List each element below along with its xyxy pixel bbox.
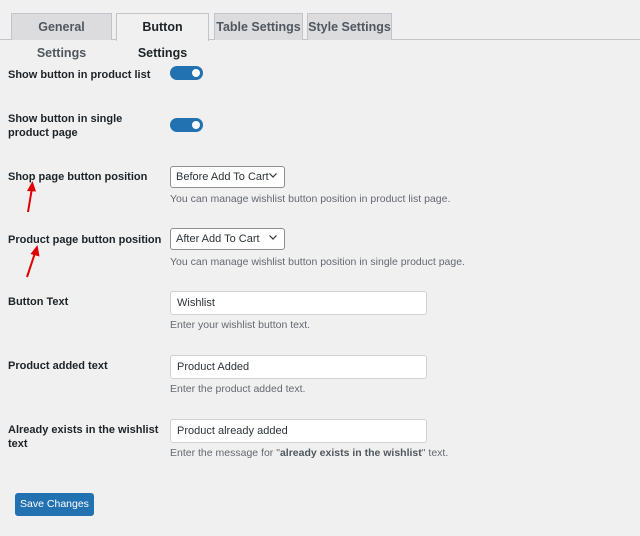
toggle-knob (192, 121, 200, 129)
added-text-input[interactable]: Product Added (170, 355, 427, 379)
shop-position-select[interactable]: Before Add To Cart (170, 166, 285, 188)
show-in-single-label-line1: Show button in single (8, 113, 123, 125)
chevron-down-icon (269, 173, 277, 178)
shop-position-selected-value: Before Add To Cart (176, 171, 269, 183)
show-in-single-label-line2: product page (8, 127, 78, 139)
tab-general-settings[interactable]: General Settings (11, 13, 112, 60)
button-text-description: Enter your wishlist button text. (170, 319, 311, 331)
toggle-knob (192, 69, 200, 77)
show-in-single-label: Show button in single product page (8, 112, 122, 140)
button-text-input[interactable]: Wishlist (170, 291, 427, 315)
red-arrow-icon (26, 245, 40, 278)
tab-style-settings[interactable]: Style Settings (307, 13, 392, 40)
product-position-selected-value: After Add To Cart (176, 233, 260, 245)
tab-table-settings[interactable]: Table Settings (214, 13, 303, 40)
tab-button-settings[interactable]: Button Settings (116, 13, 209, 60)
added-text-description: Enter the product added text. (170, 383, 306, 395)
product-position-select[interactable]: After Add To Cart (170, 228, 285, 250)
save-changes-button[interactable]: Save Changes (15, 493, 94, 516)
product-position-description: You can manage wishlist button position … (170, 256, 465, 268)
chevron-down-icon (269, 235, 277, 240)
shop-position-description: You can manage wishlist button position … (170, 193, 451, 205)
show-in-list-toggle[interactable] (170, 66, 203, 80)
exists-text-input[interactable]: Product already added (170, 419, 427, 443)
exists-desc-bold: already exists in the wishlist (279, 447, 422, 459)
settings-tabs: General Settings Button Settings Table S… (0, 0, 640, 60)
show-in-single-toggle[interactable] (170, 118, 203, 132)
exists-text-label: Already exists in the wishlist text (8, 423, 158, 451)
exists-text-label-line2: text (8, 438, 28, 450)
button-text-label: Button Text (8, 296, 69, 308)
red-arrow-icon (27, 181, 36, 213)
exists-text-label-line1: Already exists in the wishlist (8, 424, 159, 436)
exists-text-description: Enter the message for "already exists in… (170, 447, 448, 460)
added-text-label: Product added text (8, 360, 108, 372)
exists-desc-after: " text. (421, 447, 449, 459)
exists-desc-before: Enter the message for " (170, 447, 280, 459)
show-in-list-label: Show button in product list (8, 69, 151, 81)
